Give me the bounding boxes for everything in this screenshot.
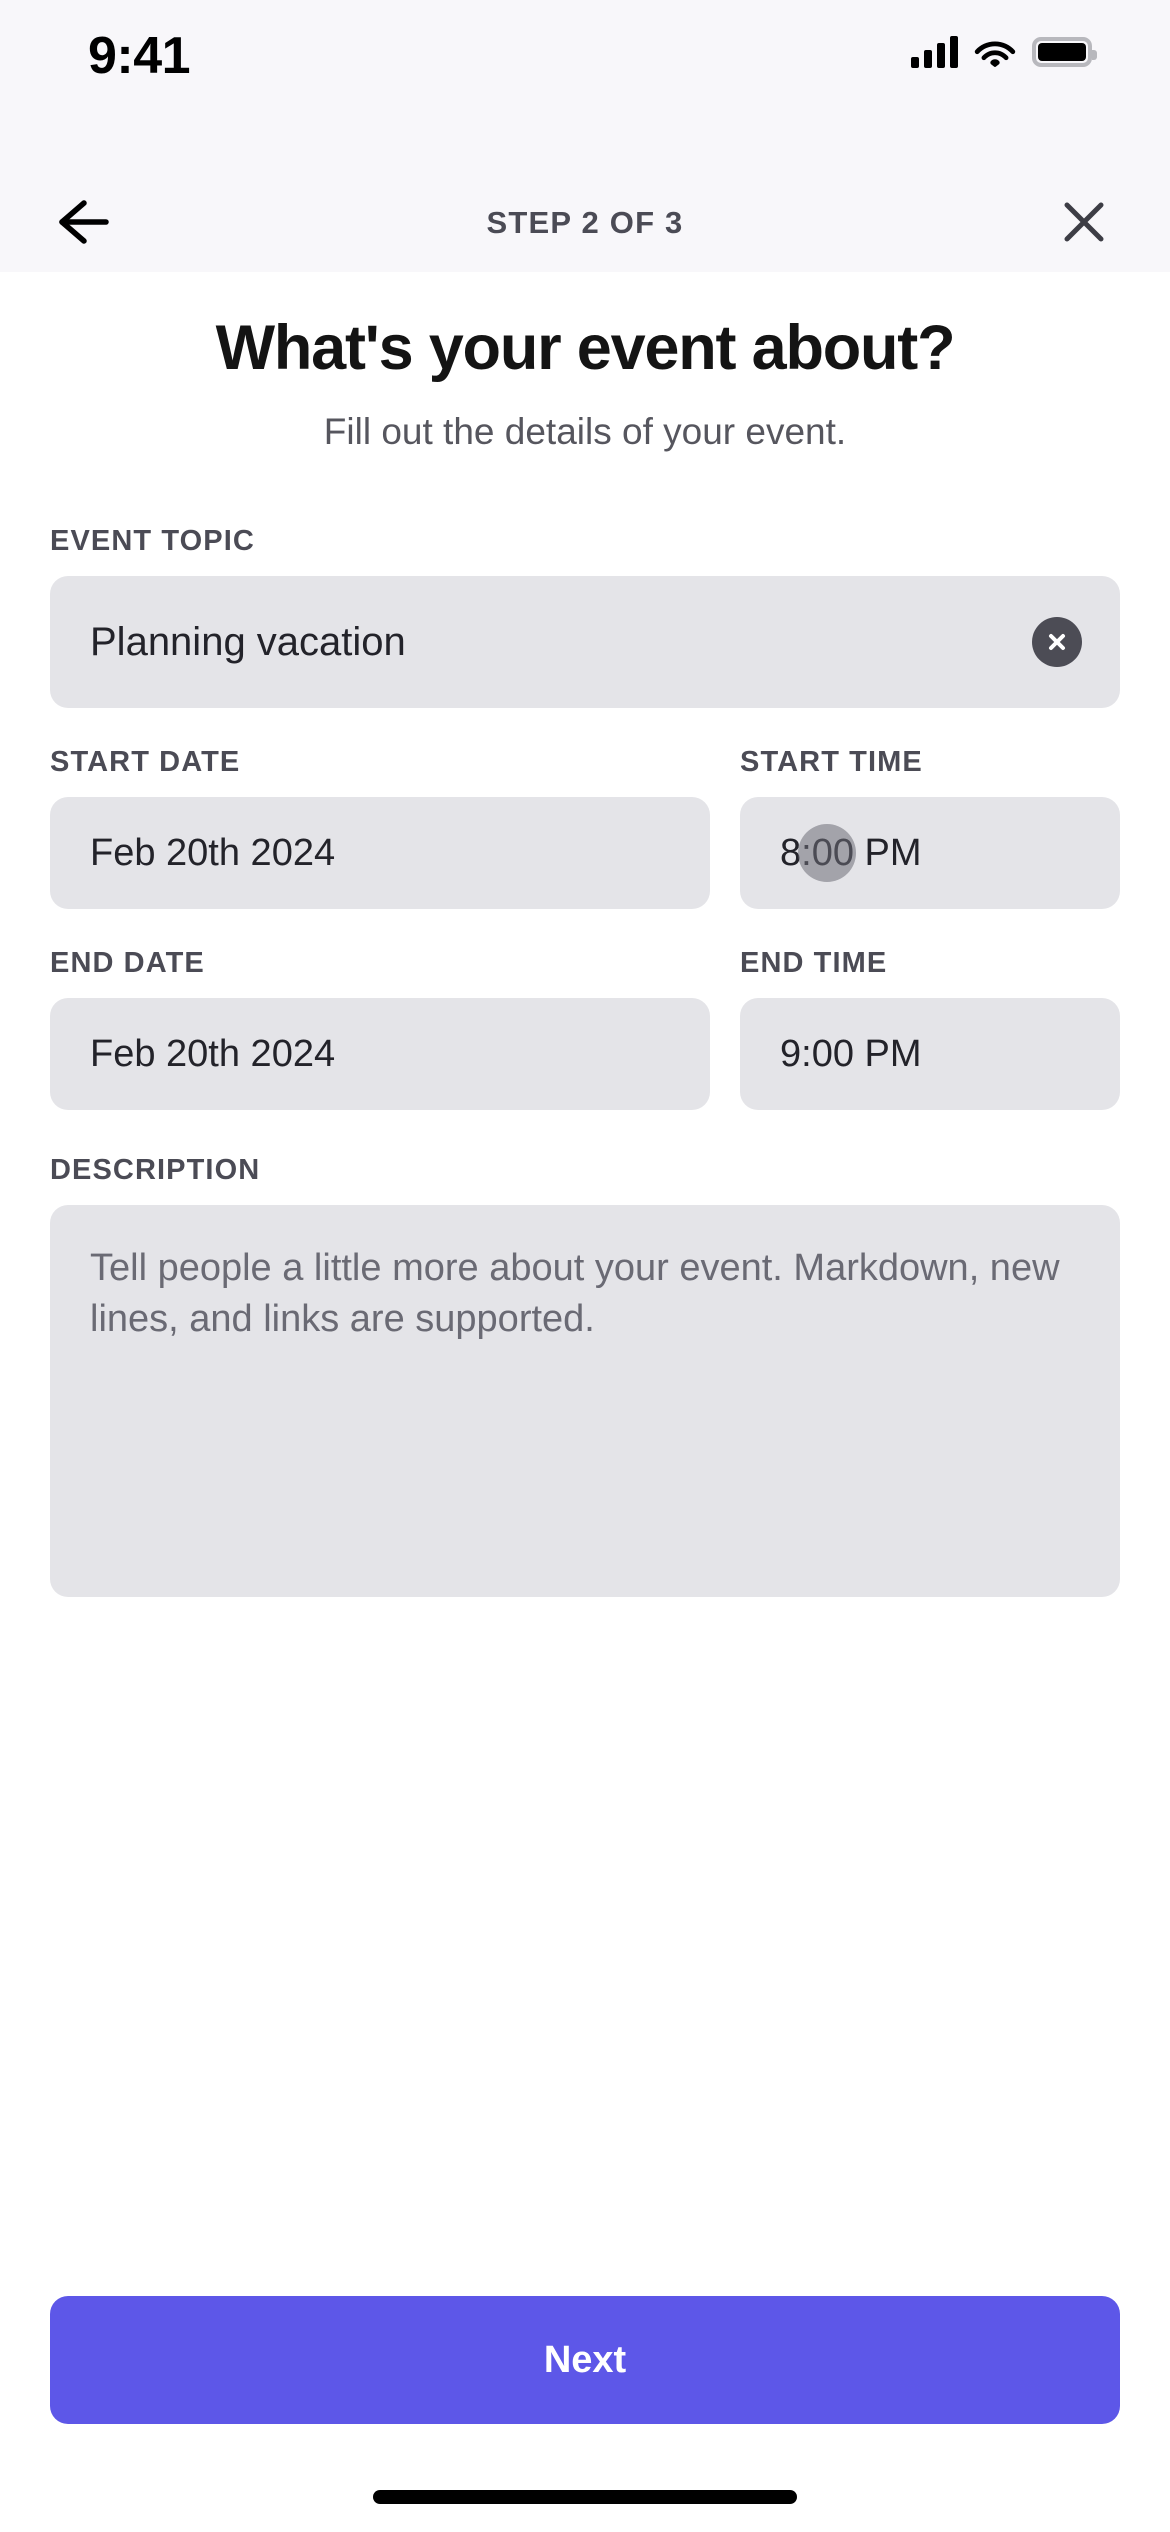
end-date-value: Feb 20th 2024 [90, 1032, 336, 1075]
next-button[interactable]: Next [50, 2296, 1120, 2424]
description-input[interactable]: Tell people a little more about your eve… [50, 1205, 1120, 1598]
start-row: START DATE Feb 20th 2024 START TIME 8:00… [50, 746, 1120, 910]
start-time-input[interactable]: 8:00 PM [740, 797, 1120, 910]
start-date-input[interactable]: Feb 20th 2024 [50, 797, 710, 910]
end-time-label: END TIME [740, 947, 888, 980]
battery-full-icon [1032, 37, 1097, 67]
status-bar-time: 9:41 [88, 27, 191, 85]
status-bar: 9:41 [0, 0, 1170, 172]
start-time-value: 8:00 PM [780, 831, 922, 874]
field-end-date: END DATE Feb 20th 2024 [50, 947, 710, 1111]
start-date-label: START DATE [50, 746, 241, 779]
field-end-time: END TIME 9:00 PM [740, 947, 1120, 1111]
step-indicator: STEP 2 OF 3 [486, 205, 684, 240]
end-date-input[interactable]: Feb 20th 2024 [50, 998, 710, 1111]
page-subtitle: Fill out the details of your event. [323, 411, 847, 453]
field-description: DESCRIPTION Tell people a little more ab… [50, 1154, 1120, 1598]
status-bar-indicators [911, 30, 1097, 74]
clear-circle-icon [1049, 634, 1065, 651]
event-topic-input[interactable]: Planning vacation [50, 576, 1120, 709]
description-label: DESCRIPTION [50, 1154, 261, 1187]
start-date-value: Feb 20th 2024 [90, 831, 336, 874]
end-time-input[interactable]: 9:00 PM [740, 998, 1120, 1111]
field-start-time: START TIME 8:00 PM [740, 746, 1120, 910]
page-title: What's your event about? [215, 313, 956, 383]
app-screen: 9:41 STEP 2 OF 3 What's your event about… [0, 0, 1170, 2532]
field-start-date: START DATE Feb 20th 2024 [50, 746, 710, 910]
event-topic-value: Planning vacation [90, 619, 406, 664]
nav-bar: STEP 2 OF 3 [0, 172, 1170, 272]
wifi-icon [974, 36, 1016, 68]
close-icon [1064, 202, 1104, 242]
description-placeholder: Tell people a little more about your eve… [90, 1247, 1060, 1340]
field-event-topic: EVENT TOPIC Planning vacation [50, 525, 1120, 709]
clear-event-topic-button[interactable] [1032, 617, 1082, 668]
cellular-signal-icon [911, 36, 958, 68]
close-button[interactable] [1048, 186, 1120, 258]
end-time-value: 9:00 PM [780, 1032, 922, 1075]
home-indicator[interactable] [373, 2490, 797, 2504]
footer: Next [0, 2296, 1170, 2424]
event-topic-label: EVENT TOPIC [50, 525, 255, 558]
end-date-label: END DATE [50, 947, 205, 980]
main-content: What's your event about? Fill out the de… [0, 272, 1170, 1598]
end-row: END DATE Feb 20th 2024 END TIME 9:00 PM [50, 947, 1120, 1111]
event-details-form: EVENT TOPIC Planning vacation START DATE… [0, 525, 1170, 1598]
start-time-label: START TIME [740, 746, 923, 779]
